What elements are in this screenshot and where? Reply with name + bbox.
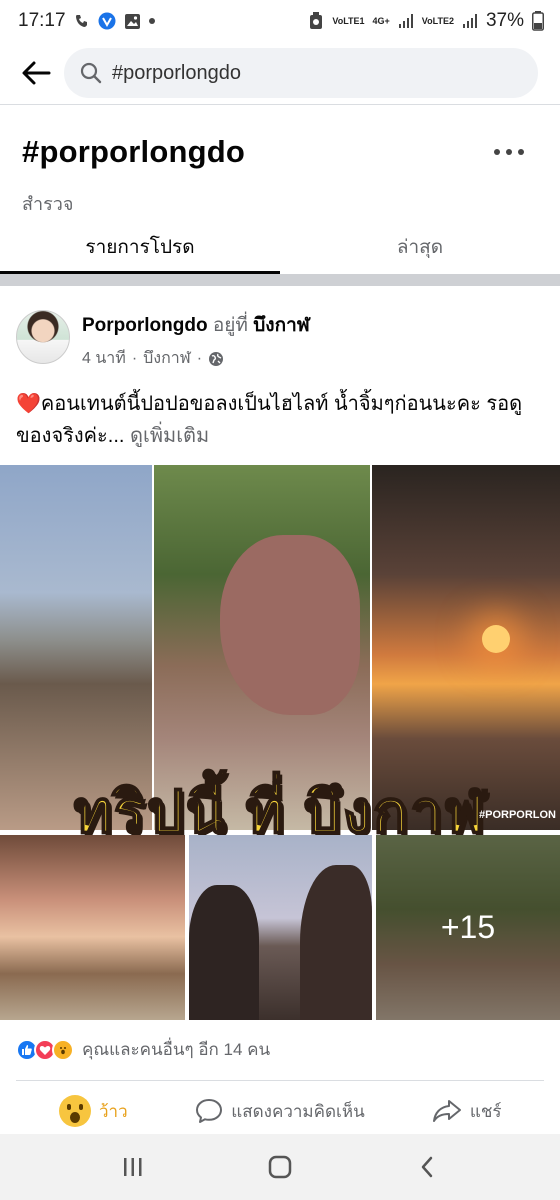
dot-icon: [148, 18, 155, 24]
system-back-button[interactable]: [402, 1142, 452, 1192]
network-label: 4G+: [372, 15, 390, 26]
globe-icon: [209, 351, 224, 366]
photo-4[interactable]: [0, 835, 185, 1020]
system-nav-bar: [0, 1134, 560, 1200]
home-icon: [268, 1155, 292, 1179]
search-row: #porporlongdo: [0, 42, 560, 104]
recycle-icon: [308, 12, 324, 30]
rock-shape: [300, 865, 372, 1020]
back-button[interactable]: [16, 53, 56, 93]
post-time[interactable]: 4 นาที: [82, 346, 126, 371]
reactions-count-text: คุณและคนอื่นๆ อีก 14 คน: [82, 1040, 271, 1059]
comment-icon: [196, 1099, 223, 1123]
wow-icon: [59, 1095, 92, 1127]
avatar[interactable]: [16, 310, 70, 364]
wow-reaction-icon: [52, 1038, 74, 1061]
sim1-label: VoLTE1: [332, 15, 365, 26]
chevron-left-icon: [421, 1156, 432, 1178]
tab-latest[interactable]: ล่าสุด: [280, 220, 560, 274]
share-icon: [432, 1100, 461, 1122]
see-more-link[interactable]: ดูเพิ่มเติม: [130, 425, 209, 447]
photo-5[interactable]: [189, 835, 372, 1020]
status-bar: 17:17 VoLTE1 4G+ VoLTE2 37%: [0, 0, 560, 42]
share-label: แชร์: [469, 1101, 502, 1121]
image-icon: [124, 13, 141, 30]
sun-shape: [482, 625, 510, 653]
battery-icon: [532, 11, 544, 31]
share-button[interactable]: แชร์: [373, 1088, 560, 1134]
separator-dot: ·: [196, 349, 203, 367]
place-name[interactable]: บึงกาฬ: [253, 315, 310, 336]
post-meta: Porporlongdo อยู่ที่ บึงกาฬ 4 นาที · บึง…: [82, 310, 310, 371]
separator-dot: ·: [131, 349, 138, 367]
back-arrow-icon: [22, 61, 51, 85]
post-actions: ว้าว แสดงความคิดเห็น แชร์: [0, 1088, 560, 1134]
recents-button[interactable]: [108, 1142, 158, 1192]
more-dot-icon: [506, 149, 512, 155]
photo-grid: ทริปนี้ ที่ บึงกาฬ #PORPORLON +15: [0, 465, 560, 1020]
photo-6[interactable]: +15: [376, 835, 560, 1020]
comment-button[interactable]: แสดงความคิดเห็น: [187, 1088, 374, 1134]
author-line: Porporlongdo อยู่ที่ บึงกาฬ: [82, 310, 310, 340]
more-dot-icon: [494, 149, 500, 155]
signal-icon: [398, 13, 414, 29]
react-button[interactable]: ว้าว: [0, 1088, 187, 1134]
post-body: ❤️คอนเทนต์นี้ปอปอขอลงเป็นไฮไลท์ น้ำจิ้มๆ…: [16, 393, 523, 447]
status-time: 17:17: [18, 10, 66, 31]
search-query: #porporlongdo: [112, 61, 241, 84]
header-divider: [0, 104, 560, 105]
post-time-line: 4 นาที · บึงกาฬ ·: [82, 346, 310, 371]
signal2-icon: [462, 13, 478, 29]
reactions-summary[interactable]: คุณและคนอื่นๆ อีก 14 คน: [16, 1036, 270, 1063]
post-text: ❤️คอนเทนต์นี้ปอปอขอลงเป็นไฮไลท์ น้ำจิ้มๆ…: [16, 388, 546, 452]
comment-label: แสดงความคิดเห็น: [231, 1101, 365, 1121]
status-right: VoLTE1 4G+ VoLTE2 37%: [308, 10, 544, 32]
tabs: รายการโปรด ล่าสุด: [0, 220, 560, 274]
search-input[interactable]: #porporlongdo: [64, 48, 538, 98]
photo-watermark: #PORPORLON: [478, 809, 556, 821]
sim2-label: VoLTE2: [421, 15, 454, 26]
call-icon: [74, 13, 90, 29]
react-label: ว้าว: [99, 1101, 128, 1121]
search-icon: [80, 62, 102, 84]
at-text: อยู่ที่: [212, 315, 248, 336]
rock-shape: [220, 535, 360, 715]
section-separator: [0, 274, 560, 286]
tab-favorites[interactable]: รายการโปรด: [0, 220, 280, 274]
more-options-button[interactable]: [494, 142, 524, 162]
vpn-icon: [98, 12, 116, 30]
page-subtitle: สำรวจ: [22, 194, 74, 214]
rock-shape: [189, 885, 259, 1020]
more-photos-count: +15: [376, 835, 560, 1020]
more-dot-icon: [518, 149, 524, 155]
post-time-place: บึงกาฬ: [143, 350, 191, 367]
page-title: #porporlongdo: [22, 134, 246, 169]
author-name[interactable]: Porporlongdo: [82, 315, 208, 336]
actions-divider: [16, 1080, 544, 1081]
post-header: Porporlongdo อยู่ที่ บึงกาฬ 4 นาที · บึง…: [16, 310, 310, 371]
recents-icon: [124, 1158, 142, 1176]
battery-percent: 37%: [485, 10, 524, 31]
status-left: 17:17: [18, 10, 155, 32]
home-button[interactable]: [255, 1142, 305, 1192]
